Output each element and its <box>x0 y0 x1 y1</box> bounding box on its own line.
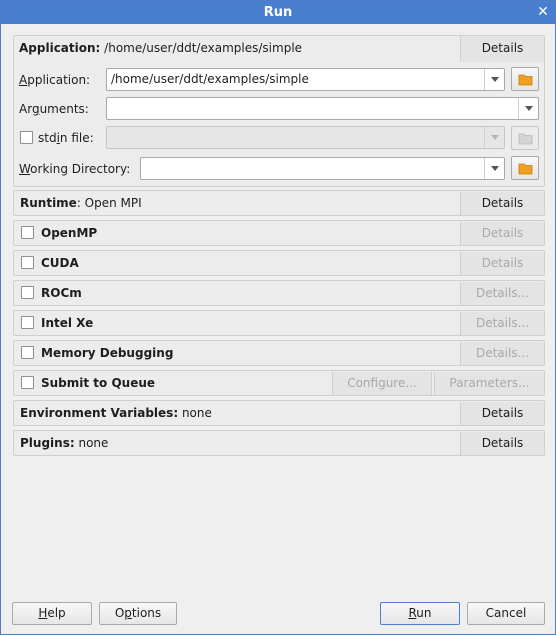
environment-details-button[interactable]: Details <box>460 402 544 425</box>
openmp-label: OpenMP <box>41 226 98 240</box>
rocm-checkbox[interactable] <box>21 286 34 299</box>
cancel-button[interactable]: Cancel <box>467 602 545 625</box>
plugins-value: none <box>78 436 109 450</box>
cuda-label: CUDA <box>41 256 79 270</box>
folder-icon <box>518 74 533 86</box>
memory-debugging-checkbox[interactable] <box>21 346 34 359</box>
cuda-checkbox[interactable] <box>21 256 34 269</box>
application-header: Application: /home/user/ddt/examples/sim… <box>14 36 544 62</box>
workdir-combo[interactable] <box>140 157 505 180</box>
application-header-value: /home/user/ddt/examples/simple <box>104 41 303 55</box>
queue-bar: Submit to Queue Configure... Parameters.… <box>13 370 545 396</box>
arguments-combo[interactable] <box>106 97 539 120</box>
close-icon[interactable]: ✕ <box>535 1 551 24</box>
help-button[interactable]: Help <box>12 602 92 625</box>
queue-label: Submit to Queue <box>41 376 156 390</box>
chevron-down-icon[interactable] <box>484 158 504 179</box>
plugins-text: Plugins: none <box>20 431 108 455</box>
intel-xe-bar: Intel Xe Details... <box>13 310 545 336</box>
queue-configure-button[interactable]: Configure... <box>332 372 432 395</box>
runtime-bar: Runtime: Open MPI Details <box>13 190 545 216</box>
application-header-text: Application: /home/user/ddt/examples/sim… <box>19 36 302 61</box>
application-group: Application: /home/user/ddt/examples/sim… <box>13 35 545 187</box>
runtime-label: Runtime <box>20 196 77 210</box>
application-browse-button[interactable] <box>511 67 539 91</box>
runtime-text: Runtime: Open MPI <box>20 191 142 215</box>
plugins-label: Plugins: <box>20 436 75 450</box>
cuda-details-button[interactable]: Details <box>460 252 544 275</box>
run-button[interactable]: Run <box>380 602 460 625</box>
plugins-details-button[interactable]: Details <box>460 432 544 455</box>
rocm-details-button[interactable]: Details... <box>460 282 544 305</box>
run-dialog: Run ✕ Application: /home/user/ddt/exampl… <box>0 0 556 635</box>
chevron-down-icon[interactable] <box>484 69 504 90</box>
openmp-details-button[interactable]: Details <box>460 222 544 245</box>
rocm-bar: ROCm Details... <box>13 280 545 306</box>
memory-debugging-details-button[interactable]: Details... <box>460 342 544 365</box>
environment-label: Environment Variables: <box>20 406 179 420</box>
folder-icon <box>518 163 533 175</box>
memory-debugging-label: Memory Debugging <box>41 346 174 360</box>
stdin-label: stdin file: <box>38 131 94 145</box>
folder-icon <box>518 133 533 145</box>
application-header-label: Application: <box>19 41 101 55</box>
runtime-details-button[interactable]: Details <box>460 192 544 215</box>
chevron-down-icon <box>484 127 504 148</box>
rocm-label: ROCm <box>41 286 82 300</box>
openmp-checkbox[interactable] <box>21 226 34 239</box>
environment-value: none <box>181 406 212 420</box>
cuda-bar: CUDA Details <box>13 250 545 276</box>
stdin-browse-button[interactable] <box>511 126 539 150</box>
application-label: Application: <box>19 73 91 87</box>
runtime-value: : Open MPI <box>76 196 142 210</box>
queue-checkbox[interactable] <box>21 376 34 389</box>
intel-xe-label: Intel Xe <box>41 316 94 330</box>
title-bar[interactable]: Run ✕ <box>1 1 555 24</box>
intel-xe-checkbox[interactable] <box>21 316 34 329</box>
application-combo[interactable]: /home/user/ddt/examples/simple <box>106 68 505 91</box>
queue-parameters-button[interactable]: Parameters... <box>434 372 544 395</box>
openmp-bar: OpenMP Details <box>13 220 545 246</box>
arguments-label: Arguments: <box>19 102 89 116</box>
stdin-checkbox[interactable] <box>20 131 33 144</box>
plugins-bar: Plugins: none Details <box>13 430 545 456</box>
application-label-rest: pplication: <box>27 73 91 87</box>
stdin-combo[interactable] <box>106 126 505 149</box>
workdir-label: Working Directory: <box>19 162 131 176</box>
memory-debugging-bar: Memory Debugging Details... <box>13 340 545 366</box>
environment-text: Environment Variables: none <box>20 401 212 425</box>
options-button[interactable]: Options <box>99 602 177 625</box>
workdir-browse-button[interactable] <box>511 156 539 180</box>
chevron-down-icon[interactable] <box>518 98 538 119</box>
application-value: /home/user/ddt/examples/simple <box>111 72 309 86</box>
environment-bar: Environment Variables: none Details <box>13 400 545 426</box>
window-title: Run <box>263 5 293 20</box>
application-details-button[interactable]: Details <box>460 36 544 62</box>
intel-xe-details-button[interactable]: Details... <box>460 312 544 335</box>
